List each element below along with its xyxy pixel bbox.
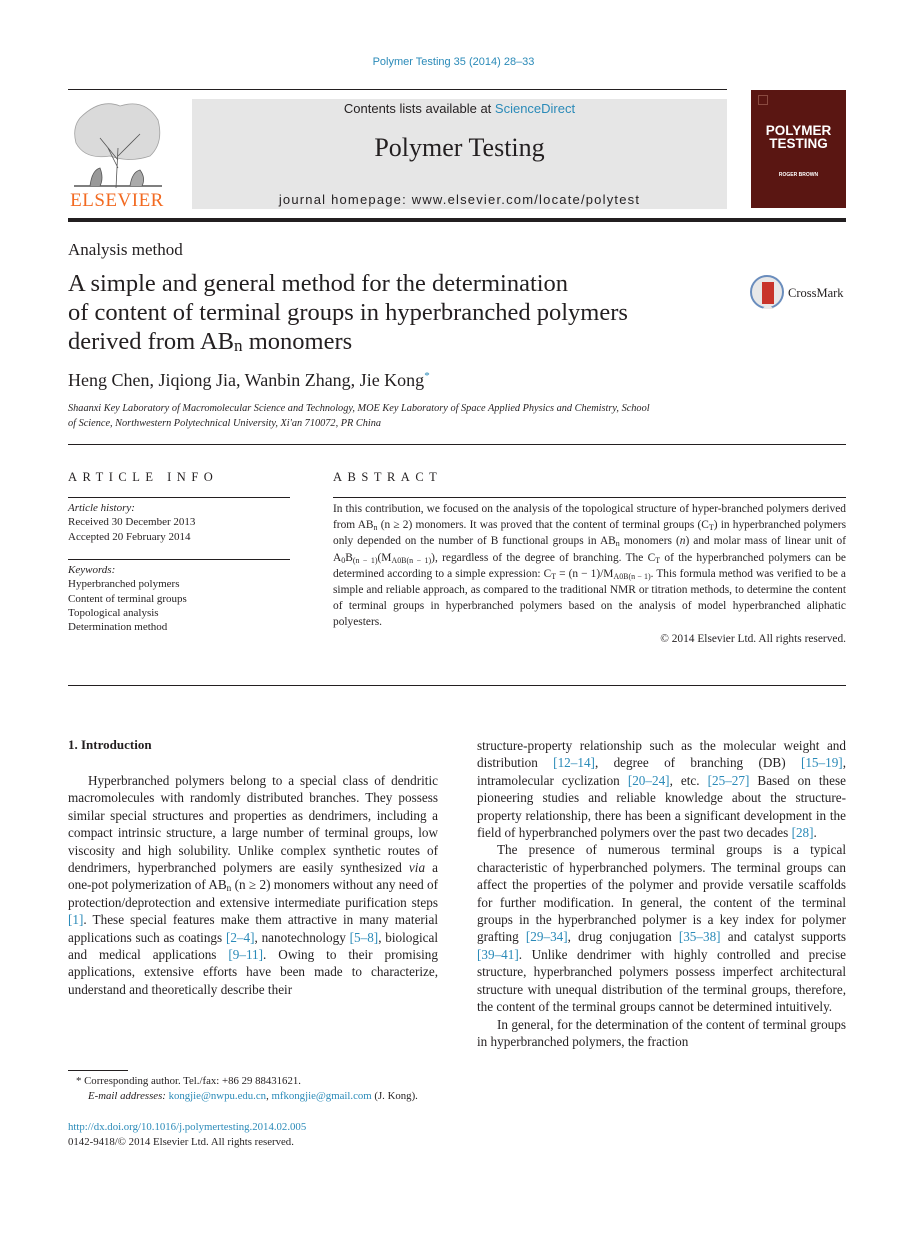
sciencedirect-link[interactable]: ScienceDirect [495,101,575,116]
abstract-paragraph: In this contribution, we focused on the … [333,503,847,629]
corresponding-contact: Corresponding author. Tel./fax: +86 29 8… [81,1075,301,1087]
reference-link[interactable]: [1] [68,912,83,927]
keywords-block: Keywords: Hyperbranched polymers Content… [68,563,290,634]
paragraph: The presence of numerous terminal groups… [477,842,847,1015]
article-info-heading: ARTICLE INFO [68,470,219,484]
reference-link[interactable]: [20–24] [628,773,670,788]
section-rule [68,444,846,445]
reference-link[interactable]: [12–14] [553,755,595,770]
abstract-heading: ABSTRACT [333,470,443,484]
doi-link[interactable]: http://dx.doi.org/10.1016/j.polymertesti… [68,1120,448,1135]
title-sub: n [234,336,243,355]
contents-prefix: Contents lists available at [343,101,495,116]
corresponding-author-mark[interactable]: * [424,370,430,382]
journal-citation[interactable]: Polymer Testing 35 (2014) 28–33 [0,56,907,68]
paragraph: structure-property relationship such as … [477,738,846,841]
reference-link[interactable]: [35–38] [679,929,721,944]
article-type: Analysis method [68,240,183,259]
body-rule [68,685,846,686]
reference-link[interactable]: [25–27] [708,773,750,788]
email-link[interactable]: kongjie@nwpu.edu.cn [169,1090,267,1102]
title-post: monomers [242,328,353,355]
reference-link[interactable]: [5–8] [350,930,379,945]
body-left-column: Hyperbranched polymers belong to a speci… [68,772,438,998]
received-date: Received 30 December 2013 [68,516,196,529]
reference-link[interactable]: [2–4] [226,930,255,945]
crossmark-icon [750,275,784,309]
affiliation-line-2: of Science, Northwestern Polytechnical U… [68,418,382,429]
keywords-rule [68,559,290,560]
journal-homepage[interactable]: journal homepage: www.elsevier.com/locat… [192,192,727,207]
contents-line: Contents lists available at ScienceDirec… [192,101,727,116]
affiliation: Shaanxi Key Laboratory of Macromolecular… [68,401,748,431]
reference-link[interactable]: [29–34] [526,929,568,944]
title-line-2: of content of terminal groups in hyperbr… [68,299,628,326]
email-link[interactable]: mfkongjie@gmail.com [271,1090,371,1102]
journal-cover[interactable]: POLYMER TESTING ROGER BROWN [751,90,846,208]
keywords-label: Keywords: [68,564,116,576]
keyword: Content of terminal groups [68,592,187,605]
header-rule [68,89,727,90]
title-line-3: derived from ABn monomers [68,327,748,356]
reference-link[interactable]: [39–41] [477,947,519,962]
journal-name: Polymer Testing [374,133,545,162]
reference-link[interactable]: [28] [792,825,814,840]
article-history: Article history: Received 30 December 20… [68,501,290,544]
footnote-rule [68,1070,128,1071]
article-title: A simple and general method for the dete… [68,269,748,356]
abstract-rule [333,497,846,498]
paragraph: In general, for the determination of the… [477,1016,846,1049]
body-right-column: structure-property relationship such as … [477,737,846,1050]
title-pre: derived from AB [68,328,235,355]
reference-link[interactable]: [15–19] [801,755,843,770]
keyword: Hyperbranched polymers [68,578,180,591]
abstract-body: In this contribution, we focused on the … [333,501,846,647]
title-line-1: A simple and general method for the dete… [68,270,569,297]
abstract-copyright: © 2014 Elsevier Ltd. All rights reserved… [660,632,846,645]
crossmark-ribbon-icon [762,282,774,309]
doi-block: http://dx.doi.org/10.1016/j.polymertesti… [68,1120,448,1150]
cover-logo-icon [758,95,768,105]
authors: Heng Chen, Jiqiong Jia, Wanbin Zhang, Ji… [68,370,425,390]
accepted-date: Accepted 20 February 2014 [68,530,191,543]
paragraph: Hyperbranched polymers belong to a speci… [68,773,438,997]
elsevier-wordmark: ELSEVIER [70,190,164,211]
crossmark-label: CrossMark [788,286,844,300]
section-heading-introduction: 1. Introduction [68,737,152,752]
reference-link[interactable]: [9–11] [228,947,263,962]
email-label: E-mail addresses: [88,1090,166,1102]
history-label: Article history: [68,502,135,514]
footnote-corresponding: * Corresponding author. Tel./fax: +86 29… [76,1075,418,1102]
keyword: Determination method [68,621,168,634]
crossmark-button[interactable]: CrossMark [750,275,850,313]
elsevier-logo[interactable]: ELSEVIER [68,98,166,211]
masthead-rule [68,218,846,222]
issn-copyright: 0142-9418/© 2014 Elsevier Ltd. All right… [68,1136,294,1148]
journal-masthead: Contents lists available at ScienceDirec… [192,99,727,209]
affiliation-line-1: Shaanxi Key Laboratory of Macromolecular… [68,403,650,414]
article-info-rule [68,497,290,498]
author-list: Heng Chen, Jiqiong Jia, Wanbin Zhang, Ji… [68,370,430,391]
cover-title: POLYMER TESTING [751,124,846,151]
citation-link[interactable]: Polymer Testing 35 (2014) 28–33 [373,56,535,68]
keyword: Topological analysis [68,606,159,619]
cover-editor: ROGER BROWN [778,172,819,178]
cover-title-line2: TESTING [769,136,828,151]
elsevier-tree-icon [74,103,162,189]
